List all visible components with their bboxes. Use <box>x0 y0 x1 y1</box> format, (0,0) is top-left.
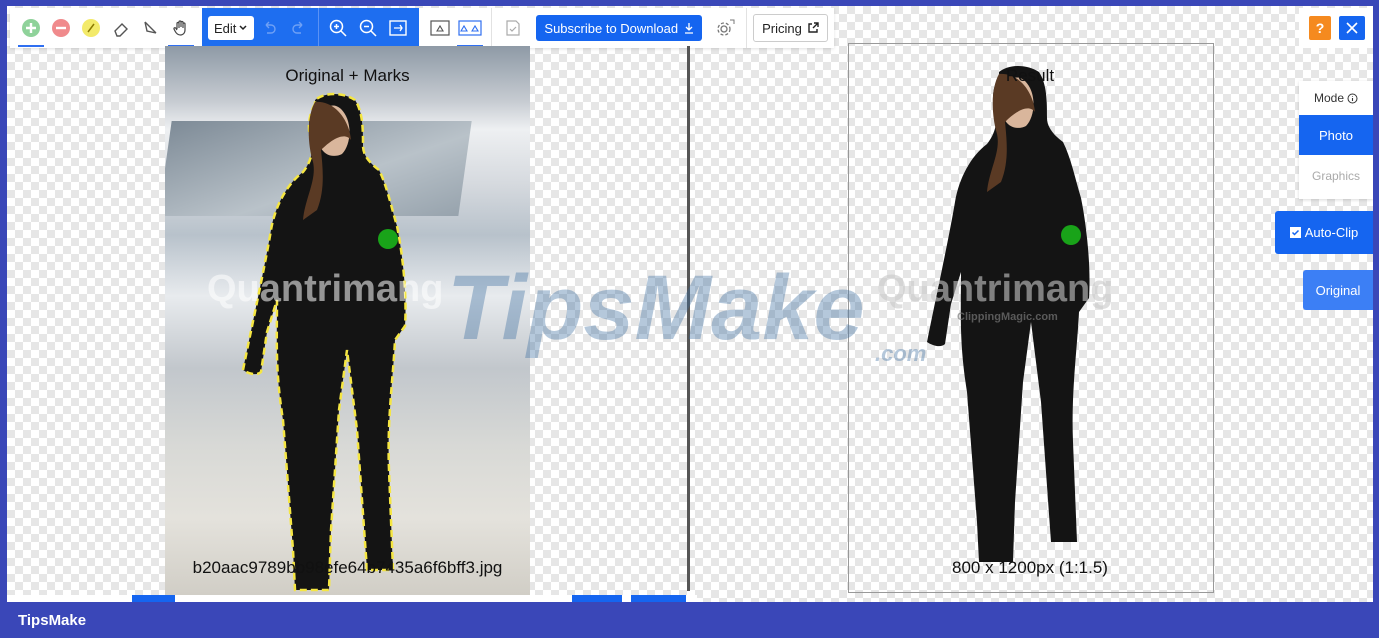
photo-label: Photo <box>1319 127 1353 143</box>
scalpel-tool-button[interactable] <box>136 13 166 43</box>
help-icon: ? <box>1315 20 1325 36</box>
keep-tool-button[interactable] <box>16 13 46 47</box>
bottom-toolbar <box>7 595 697 602</box>
view-tools <box>419 8 491 48</box>
footer-bar: TipsMake <box>0 602 1379 638</box>
split-view-button[interactable] <box>455 13 485 47</box>
divider <box>318 8 320 48</box>
footer-brand: TipsMake <box>18 612 87 629</box>
eraser-icon <box>114 23 128 37</box>
single-view-button[interactable] <box>425 13 455 43</box>
hand-icon <box>173 20 186 36</box>
subscribe-label: Subscribe to Download <box>544 20 679 36</box>
keep-mark-dot <box>378 229 398 249</box>
checkbox-checked-icon <box>1289 227 1301 238</box>
mode-panel: Mode Photo Graphics <box>1299 81 1373 199</box>
split-view-icon <box>458 20 483 36</box>
remove-tool-button[interactable] <box>46 13 76 43</box>
save-icon <box>506 20 521 36</box>
mode-header: Mode <box>1299 81 1373 115</box>
download-icon <box>685 23 694 34</box>
autoclip-label: Auto-Clip <box>1304 225 1359 240</box>
mode-label: Mode <box>1313 91 1345 105</box>
undo-button[interactable] <box>254 13 284 43</box>
gear-icon <box>717 19 735 36</box>
result-mark-dot <box>1061 225 1081 245</box>
zoom-in-button[interactable] <box>323 13 353 43</box>
toolbar: Edit Subscribe to Download Pricing <box>10 8 834 48</box>
left-pane-title: Original + Marks <box>285 66 410 85</box>
watermark-clippingmagic: ClippingMagic.com <box>957 311 1058 323</box>
hair-tool-button[interactable] <box>76 13 106 43</box>
settings-button[interactable] <box>710 13 740 43</box>
right-pane-size: 800 x 1200px (1:1.5) <box>952 558 1108 577</box>
edit-mode-value: Edit <box>214 20 237 36</box>
single-view-icon <box>430 20 451 36</box>
zoom-in-icon <box>330 19 347 37</box>
minus-circle-icon <box>52 19 70 37</box>
close-icon <box>1346 22 1358 34</box>
watermark-quantrimang-right: Quantrimang <box>877 268 1114 310</box>
watermark-dotcom: .com <box>875 341 927 366</box>
pricing-button[interactable]: Pricing <box>753 14 828 42</box>
zoom-out-button[interactable] <box>353 13 383 43</box>
bottom-button-1[interactable] <box>132 595 175 602</box>
original-label: Original <box>1315 282 1361 298</box>
hair-brush-icon <box>82 19 100 37</box>
help-button[interactable]: ? <box>1309 16 1331 40</box>
autoclip-toggle[interactable]: Auto-Clip <box>1275 211 1373 254</box>
bottom-button-3[interactable] <box>631 595 686 602</box>
left-pane-filename: b20aac9789bb98efe64b7435a6f6bff3.jpg <box>192 558 503 577</box>
chevron-down-icon <box>239 25 247 31</box>
watermark-tipsmake: TipsMake <box>447 257 865 359</box>
pricing-group: Pricing <box>746 8 834 48</box>
right-pane-title: Result <box>1005 66 1055 85</box>
zoom-out-icon <box>360 19 377 37</box>
save-button[interactable] <box>498 13 528 43</box>
download-tools: Subscribe to Download <box>491 8 746 48</box>
eraser-tool-button[interactable] <box>106 13 136 43</box>
pricing-label: Pricing <box>762 20 802 36</box>
app-frame: Edit Subscribe to Download Pricing ? Ori… <box>7 6 1373 602</box>
mode-photo-button[interactable]: Photo <box>1299 115 1373 155</box>
plus-circle-icon <box>22 19 40 37</box>
pan-tool-button[interactable] <box>166 13 196 47</box>
window-controls: ? <box>1299 8 1373 48</box>
mark-tools <box>10 8 202 48</box>
edit-mode-select[interactable]: Edit <box>208 16 255 40</box>
edit-group: Edit <box>202 8 420 48</box>
redo-button[interactable] <box>284 13 314 43</box>
original-button[interactable]: Original <box>1303 270 1373 310</box>
undo-icon <box>265 21 277 34</box>
scalpel-icon <box>144 21 157 34</box>
info-icon <box>1347 93 1358 103</box>
external-link-icon <box>808 22 819 33</box>
close-button[interactable] <box>1339 16 1365 40</box>
fit-screen-button[interactable] <box>383 13 413 43</box>
subscribe-download-button[interactable]: Subscribe to Download <box>536 15 703 41</box>
fit-screen-icon <box>389 20 408 36</box>
watermark-quantrimang-left: Quantrimang <box>207 268 444 310</box>
bottom-button-2[interactable] <box>572 595 622 602</box>
mode-graphics-button[interactable]: Graphics <box>1299 155 1373 197</box>
redo-icon <box>292 21 303 34</box>
graphics-label: Graphics <box>1311 169 1361 183</box>
